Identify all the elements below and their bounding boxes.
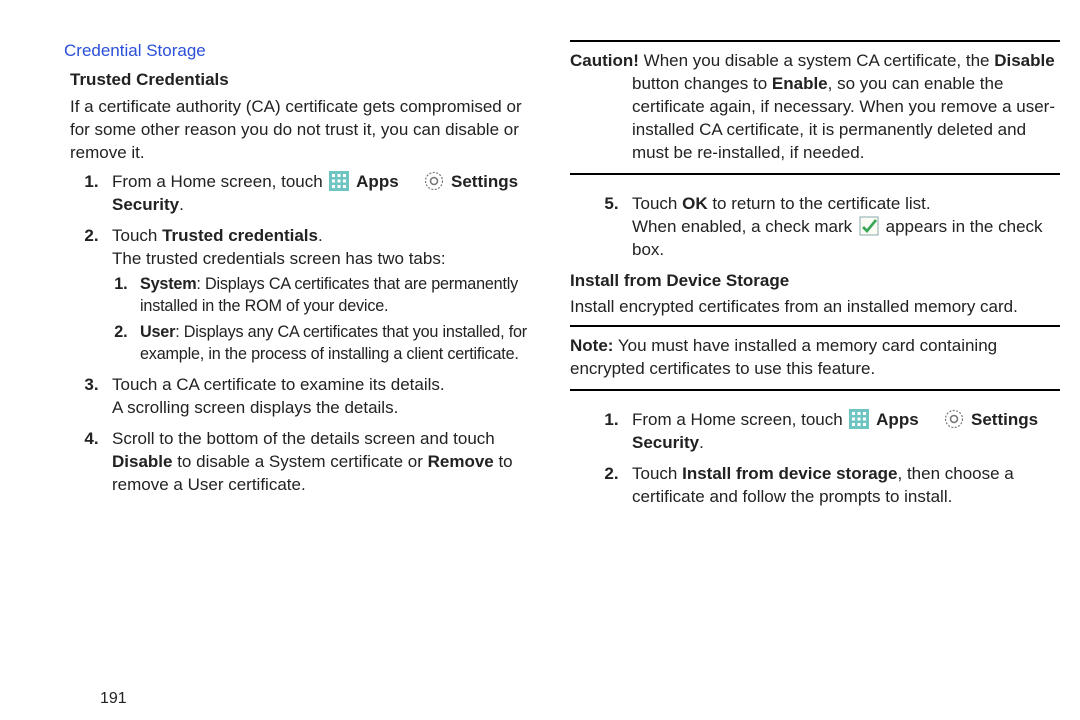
label-settings: Settings: [971, 410, 1038, 429]
step-5-c-a: When enabled, a check mark: [632, 217, 857, 236]
settings-gear-icon: [424, 171, 444, 191]
install-step-2: Touch Install from device storage, then …: [628, 463, 1060, 509]
label-security: Security: [112, 195, 179, 214]
caution-text-a: When you disable a system CA certificate…: [639, 51, 994, 70]
bullet-system: System: Displays CA certificates that ar…: [136, 274, 540, 318]
label-disable: Disable: [112, 452, 172, 471]
caution-enable: Enable: [772, 74, 828, 93]
label-ok: OK: [682, 194, 708, 213]
apps-grid-icon: [329, 171, 349, 191]
label-security: Security: [632, 433, 699, 452]
checkmark-icon: [859, 216, 879, 236]
label-settings: Settings: [451, 172, 518, 191]
settings-gear-icon: [944, 409, 964, 429]
step-3: Touch a CA certificate to examine its de…: [108, 374, 540, 420]
caution-text-b: button changes to: [632, 74, 772, 93]
step-1: From a Home screen, touch Apps Settings …: [108, 171, 540, 217]
subheading-install-device-storage: Install from Device Storage: [570, 270, 1060, 293]
section-heading-credential-storage: Credential Storage: [64, 40, 540, 63]
bullet-system-label: System: [140, 275, 196, 293]
label-apps: Apps: [356, 172, 399, 191]
step-3-line2: A scrolling screen displays the details.: [112, 398, 398, 417]
bullet-user-text: : Displays any CA certificates that you …: [140, 323, 527, 363]
step-3-line1: Touch a CA certificate to examine its de…: [112, 375, 445, 394]
install-step-1-prefix: From a Home screen, touch: [632, 410, 847, 429]
step-2-text-a: Touch: [112, 226, 162, 245]
note-label: Note:: [570, 336, 613, 355]
install-step-2-bold: Install from device storage: [682, 464, 897, 483]
install-step-1: From a Home screen, touch Apps Settings …: [628, 409, 1060, 455]
note-text-a: You must have installed a memory card co…: [570, 336, 997, 378]
note-box: Note: You must have installed a memory c…: [570, 325, 1060, 391]
step-5: Touch OK to return to the certificate li…: [628, 193, 1060, 262]
bullet-system-text: : Displays CA certificates that are perm…: [140, 275, 518, 315]
step-5-b: to return to the certificate list.: [708, 194, 931, 213]
step-4-a: Scroll to the bottom of the details scre…: [112, 429, 495, 448]
step-4-b: to disable a System certificate or: [172, 452, 427, 471]
step-2-continuation: The trusted credentials screen has two t…: [112, 249, 446, 268]
step-1-prefix: From a Home screen, touch: [112, 172, 327, 191]
install-step-2-a: Touch: [632, 464, 682, 483]
caution-label: Caution!: [570, 51, 639, 70]
intro-text: If a certificate authority (CA) certific…: [70, 96, 540, 165]
label-remove: Remove: [428, 452, 494, 471]
bullet-user-label: User: [140, 323, 175, 341]
subheading-trusted-credentials: Trusted Credentials: [70, 69, 540, 92]
step-5-a: Touch: [632, 194, 682, 213]
install-body-text: Install encrypted certificates from an i…: [570, 296, 1060, 319]
apps-grid-icon: [849, 409, 869, 429]
page-number: 191: [100, 690, 127, 708]
step-4: Scroll to the bottom of the details scre…: [108, 428, 540, 497]
label-apps: Apps: [876, 410, 919, 429]
bullet-user: User: Displays any CA certificates that …: [136, 322, 540, 366]
step-2-text-b: .: [318, 226, 323, 245]
step-2: Touch Trusted credentials. The trusted c…: [108, 225, 540, 366]
caution-box: Caution! When you disable a system CA ce…: [570, 40, 1060, 175]
caution-disable: Disable: [994, 51, 1054, 70]
step-2-bold: Trusted credentials: [162, 226, 318, 245]
